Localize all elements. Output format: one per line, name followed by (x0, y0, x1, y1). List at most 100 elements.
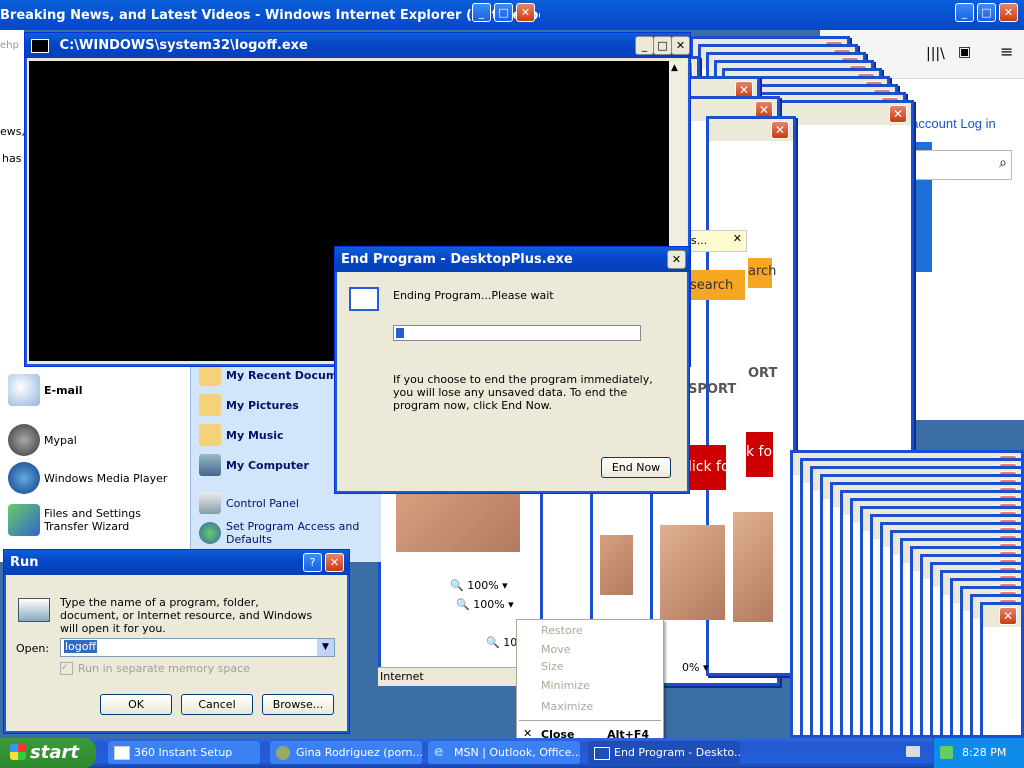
ie-body-left: ehp ews, has (0, 30, 25, 265)
zoom-readout-1[interactable]: 🔍 100% ▾ (450, 579, 508, 592)
stacked-browser-window: ✕ (980, 602, 1024, 738)
ff-close-button[interactable]: ✕ (999, 3, 1018, 22)
ie-status-zone: Internet (378, 667, 518, 686)
ctx-minimize[interactable]: Minimize (541, 679, 590, 692)
run-help-button[interactable]: ? (303, 553, 322, 572)
computer-icon (199, 454, 221, 476)
zoom-readout-2[interactable]: 🔍 100% ▾ (456, 598, 514, 611)
ctx-restore[interactable]: Restore (541, 624, 583, 637)
ie-minimize-button[interactable]: _ (472, 3, 491, 22)
ctx-maximize[interactable]: Maximize (541, 700, 593, 713)
program-access-icon (199, 522, 221, 544)
keyboard-icon[interactable] (906, 746, 920, 757)
zoom-readout-4[interactable]: 0% ▾ (682, 661, 708, 674)
windows-logo-icon (10, 744, 26, 760)
start-item-mypal[interactable]: Mypal (8, 424, 77, 456)
cmd-minimize-button[interactable]: _ (635, 36, 654, 55)
ie-icon: e (434, 744, 444, 760)
start-item-email-label: E-mail (44, 383, 83, 397)
task-msn-outlook[interactable]: e MSN | Outlook, Office... (428, 741, 580, 764)
start-item-email[interactable]: E-mail (8, 374, 83, 406)
window-context-menu: Restore Move Size Minimize Maximize Clos… (516, 619, 664, 746)
stack-promo-2[interactable]: k fo (746, 432, 773, 477)
run-title: Run (10, 555, 39, 570)
run-titlebar: Run (4, 550, 349, 575)
cmd-maximize-button[interactable]: □ (653, 36, 672, 55)
chevron-down-icon[interactable]: ▼ (317, 639, 334, 656)
start-item-wmp-label: Windows Media Player (44, 471, 168, 485)
zoom-1-text: 100% (467, 579, 499, 592)
start-item-recent-docs[interactable]: My Recent Docume (199, 364, 345, 386)
stack-promo-1[interactable]: lick fo (688, 445, 730, 490)
folder-music-icon (199, 424, 221, 446)
end-program-titlebar: End Program - DesktopPlus.exe (335, 247, 689, 272)
task-360-setup[interactable]: 360 Instant Setup (108, 741, 260, 764)
ie-address-fragment: ehp (0, 40, 19, 51)
stack-search-a-text: search (690, 278, 734, 293)
scroll-up-icon[interactable]: ▲ (671, 63, 678, 73)
start-item-control-panel[interactable]: Control Panel (199, 492, 299, 514)
run-icon (18, 598, 50, 622)
stack-search-b-text: arch (748, 264, 777, 279)
menu-icon[interactable]: ≡ (1000, 42, 1013, 61)
end-now-button[interactable]: End Now (601, 457, 671, 478)
control-panel-icon (199, 492, 221, 514)
run-open-input[interactable]: logoff ▼ (60, 638, 335, 657)
run-checkbox-label: Run in separate memory space (78, 662, 250, 675)
start-item-transfer-label: Files and Settings Transfer Wizard (44, 507, 141, 533)
cmd-titlebar: C:\WINDOWS\system32\logoff.exe (25, 33, 690, 58)
run-open-value: logoff (64, 640, 98, 653)
stack-search-b[interactable]: arch (748, 258, 776, 288)
ctx-move[interactable]: Move (541, 643, 571, 656)
task-3-label: MSN | Outlook, Office... (454, 746, 580, 759)
run-close-button[interactable]: ✕ (325, 553, 344, 572)
end-program-progress-fill (396, 328, 404, 338)
zoom-2-text: 100% (473, 598, 505, 611)
library-icon[interactable]: |||\ (926, 46, 945, 62)
network-icon[interactable] (940, 746, 953, 759)
stack-fragment-text: s... (691, 234, 708, 247)
stacked-window-close-icon[interactable]: ✕ (771, 121, 789, 139)
window-icon (349, 287, 379, 311)
stack-photo-4 (733, 512, 773, 622)
ie-close-button[interactable]: ✕ (516, 3, 535, 22)
task-2-label: Gina Rodriguez (porn... (296, 746, 422, 759)
ie-side-text-2: has (2, 152, 22, 165)
my-pictures-label: My Pictures (226, 398, 299, 412)
mypal-icon (8, 424, 40, 456)
task-end-program[interactable]: End Program - Deskto... (588, 741, 740, 764)
search-icon[interactable]: ⌕ (999, 155, 1007, 171)
ctx-size[interactable]: Size (541, 660, 564, 673)
ie-window: Breaking News, and Latest Videos - Windo… (0, 0, 562, 30)
start-button[interactable]: start (0, 738, 96, 768)
stack-promo-2-text: k fo (746, 444, 773, 460)
ff-minimize-button[interactable]: _ (955, 3, 974, 22)
start-item-my-music[interactable]: My Music (199, 424, 284, 446)
run-cancel-button[interactable]: Cancel (181, 694, 253, 715)
system-tray: 8:28 PM (933, 738, 1024, 768)
task-gina-rodriguez[interactable]: Gina Rodriguez (porn... (270, 741, 422, 764)
stacked-window-close-icon[interactable]: ✕ (999, 607, 1017, 625)
run-memory-checkbox[interactable]: ✓ Run in separate memory space (60, 662, 250, 675)
start-item-my-pictures[interactable]: My Pictures (199, 394, 299, 416)
checkbox-icon[interactable]: ✓ (60, 662, 73, 675)
start-item-transfer-wizard[interactable]: Files and Settings Transfer Wizard (8, 504, 188, 536)
ff-maximize-button[interactable]: □ (977, 3, 996, 22)
stack-fragment-close-icon[interactable]: ✕ (733, 232, 742, 245)
cmd-icon (31, 38, 49, 53)
ff-search-box[interactable]: ⌕ (910, 150, 1012, 180)
task-icon-window (594, 747, 610, 760)
sidebar-icon[interactable]: ▣ (958, 44, 971, 60)
ie-maximize-button[interactable]: □ (494, 3, 513, 22)
run-browse-button[interactable]: Browse... (262, 694, 334, 715)
cmd-close-button[interactable]: ✕ (671, 36, 690, 55)
start-item-program-access[interactable]: Set Program Access and Defaults (199, 520, 374, 546)
run-description: Type the name of a program, folder, docu… (60, 596, 313, 635)
start-item-wmp[interactable]: Windows Media Player (8, 462, 167, 494)
zoom-4-text: 0% (682, 661, 700, 674)
run-ok-button[interactable]: OK (100, 694, 172, 715)
stack-search-a[interactable]: search (690, 270, 745, 300)
stacked-window-close-icon[interactable]: ✕ (889, 105, 907, 123)
start-item-my-computer[interactable]: My Computer (199, 454, 309, 476)
end-program-close-button[interactable]: ✕ (667, 250, 686, 269)
